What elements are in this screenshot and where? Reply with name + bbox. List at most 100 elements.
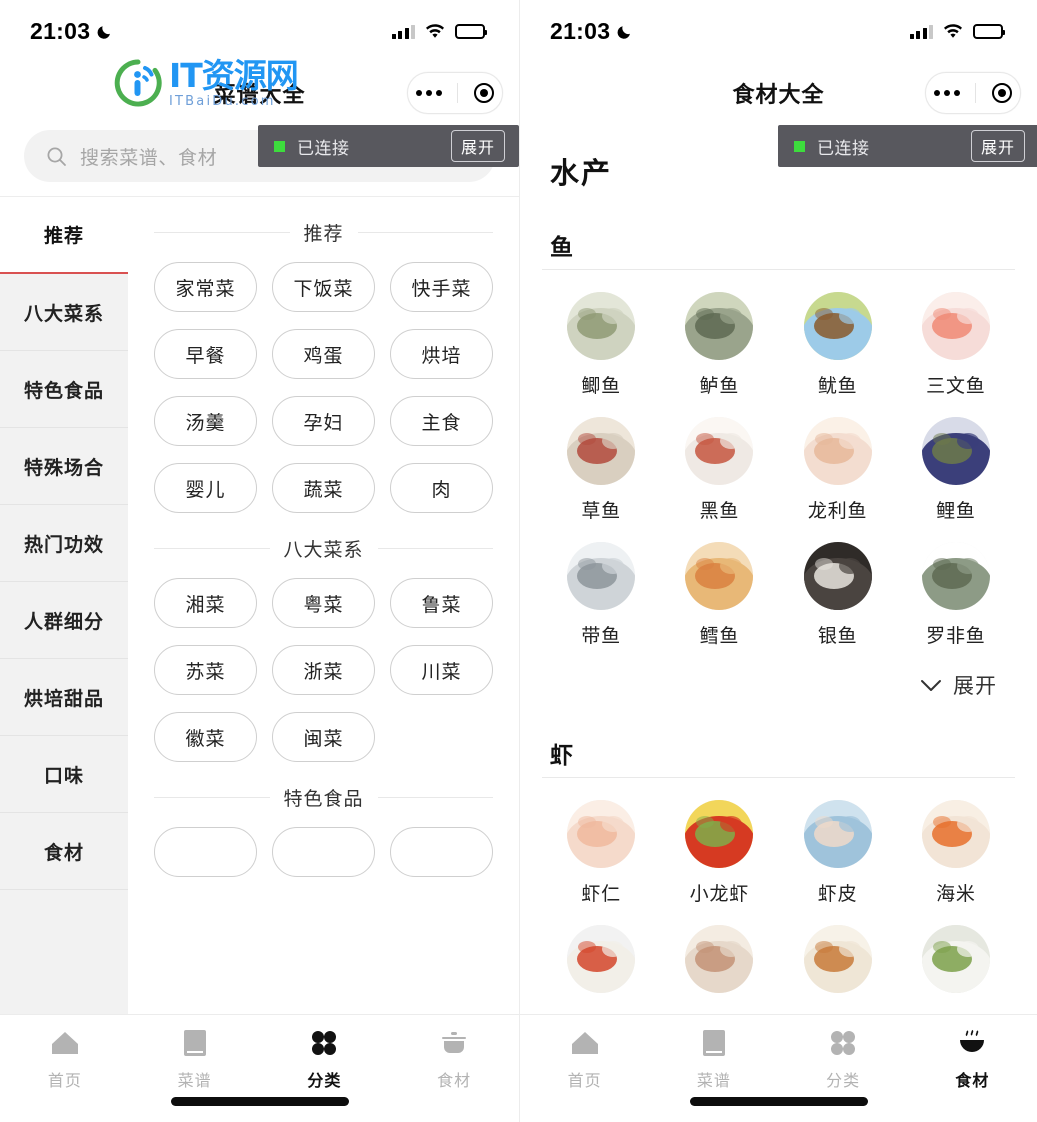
tag-section-title: 特色食品 [154, 784, 493, 811]
food-thumb-shrimp-meat [567, 800, 636, 868]
tag-chip[interactable]: 家常菜 [154, 262, 257, 312]
book-icon [701, 1027, 727, 1059]
food-item[interactable]: 罗非鱼 [897, 542, 1015, 648]
food-item[interactable] [542, 925, 660, 993]
sidebar-item-八大菜系[interactable]: 八大菜系 [0, 274, 128, 351]
tag-chip[interactable]: 早餐 [154, 329, 257, 379]
wechat-capsule-menu[interactable] [925, 72, 1021, 114]
tag-chip[interactable]: 湘菜 [154, 578, 257, 628]
status-bar: 21:03 [520, 0, 1037, 62]
right-content: 水产 鱼 鲫鱼 鲈鱼 鱿鱼 三文鱼 草鱼 黑鱼 龙利鱼 鲤鱼 带鱼 鳕鱼 银鱼 … [520, 124, 1037, 1014]
food-item[interactable] [779, 925, 897, 993]
food-item[interactable]: 虾皮 [779, 800, 897, 906]
tag-chip[interactable] [390, 827, 493, 877]
sidebar-item-人群细分[interactable]: 人群细分 [0, 582, 128, 659]
sidebar-item-label: 食材 [43, 842, 84, 864]
food-item[interactable] [897, 925, 1015, 993]
status-time: 21:03 [30, 18, 114, 45]
tag-chip[interactable]: 快手菜 [390, 262, 493, 312]
category-sidebar[interactable]: 推荐 八大菜系 特色食品 特殊场合 热门功效 人群细分 烘培甜品 口味 食材 [0, 197, 128, 1014]
tag-chip[interactable]: 粤菜 [272, 578, 375, 628]
food-item[interactable]: 鱿鱼 [779, 292, 897, 398]
tag-chip[interactable]: 烘培 [390, 329, 493, 379]
target-circle-icon[interactable] [992, 83, 1013, 103]
tag-chip[interactable]: 苏菜 [154, 645, 257, 695]
food-grid: 鲫鱼 鲈鱼 鱿鱼 三文鱼 草鱼 黑鱼 龙利鱼 鲤鱼 带鱼 鳕鱼 银鱼 罗非鱼 [542, 292, 1015, 648]
food-item[interactable]: 海米 [897, 800, 1015, 906]
food-thumb-dried-shrimp-skin [803, 800, 872, 868]
status-time-text: 21:03 [550, 17, 611, 44]
tag-chip[interactable]: 鲁菜 [390, 578, 493, 628]
tab-食材[interactable]: 食材 [389, 1027, 519, 1122]
more-dots-icon[interactable] [933, 90, 960, 96]
tab-菜谱[interactable]: 菜谱 [649, 1027, 778, 1122]
tab-label: 分类 [307, 1073, 342, 1090]
tag-chip[interactable] [272, 827, 375, 877]
more-dots-icon[interactable] [415, 90, 442, 96]
tab-分类[interactable]: 分类 [779, 1027, 908, 1122]
tag-chip[interactable]: 下饭菜 [272, 262, 375, 312]
sidebar-item-label: 烘培甜品 [23, 688, 104, 710]
sidebar-item-烘培甜品[interactable]: 烘培甜品 [0, 659, 128, 736]
tag-chip[interactable]: 肉 [390, 463, 493, 513]
food-thumb-tilapia [921, 542, 990, 610]
food-thumb-dried-shrimp [921, 800, 990, 868]
expand-row[interactable]: 展开 [542, 670, 997, 700]
wifi-icon [944, 24, 962, 38]
tag-chip[interactable]: 浙菜 [272, 645, 375, 695]
sidebar-item-食材[interactable]: 食材 [0, 813, 128, 890]
food-item[interactable]: 三文鱼 [897, 292, 1015, 398]
tab-分类[interactable]: 分类 [260, 1027, 390, 1122]
tag-chip[interactable]: 主食 [390, 396, 493, 446]
food-item[interactable]: 小龙虾 [660, 800, 778, 906]
tab-菜谱[interactable]: 菜谱 [130, 1027, 260, 1122]
food-thumb-squid-grilled [803, 292, 872, 360]
capsule-divider [457, 83, 459, 103]
left-dev-connection-toast[interactable]: 已连接 展开 [258, 125, 519, 167]
food-item[interactable]: 鲈鱼 [660, 292, 778, 398]
toast-expand-button[interactable]: 展开 [970, 130, 1025, 162]
sub-section-head: 虾 [550, 736, 574, 777]
tag-chip[interactable]: 汤羹 [154, 396, 257, 446]
tag-chip[interactable]: 闽菜 [272, 712, 375, 762]
toast-expand-button[interactable]: 展开 [450, 130, 505, 162]
food-item[interactable]: 龙利鱼 [779, 417, 897, 523]
tag-chip[interactable] [154, 827, 257, 877]
pot-icon [439, 1027, 469, 1059]
tag-section-title-text: 八大菜系 [283, 540, 364, 561]
food-item[interactable]: 黑鱼 [660, 417, 778, 523]
food-item[interactable]: 草鱼 [542, 417, 660, 523]
right-dev-connection-toast[interactable]: 已连接 展开 [778, 125, 1037, 167]
sidebar-item-特殊场合[interactable]: 特殊场合 [0, 428, 128, 505]
food-label: 银鱼 [817, 626, 858, 647]
tag-chip[interactable]: 川菜 [390, 645, 493, 695]
sidebar-item-label: 推荐 [43, 226, 84, 247]
food-item[interactable]: 鲤鱼 [897, 417, 1015, 523]
sidebar-item-特色食品[interactable]: 特色食品 [0, 351, 128, 428]
sidebar-item-推荐[interactable]: 推荐 [0, 197, 128, 274]
wechat-capsule-menu[interactable] [407, 72, 503, 114]
tag-chip[interactable]: 孕妇 [272, 396, 375, 446]
food-item[interactable]: 银鱼 [779, 542, 897, 648]
tag-chip[interactable]: 婴儿 [154, 463, 257, 513]
tag-chip[interactable]: 鸡蛋 [272, 329, 375, 379]
sidebar-item-热门功效[interactable]: 热门功效 [0, 505, 128, 582]
moon-icon [617, 25, 631, 39]
home-indicator [170, 1097, 349, 1106]
food-label: 罗非鱼 [926, 626, 986, 647]
tag-chip[interactable]: 蔬菜 [272, 463, 375, 513]
tag-chip[interactable]: 徽菜 [154, 712, 257, 762]
food-item[interactable] [660, 925, 778, 993]
food-item[interactable]: 鳕鱼 [660, 542, 778, 648]
food-item[interactable]: 鲫鱼 [542, 292, 660, 398]
tab-首页[interactable]: 首页 [520, 1027, 649, 1122]
food-thumb-shrimp-dish-a [567, 925, 636, 993]
tab-食材[interactable]: 食材 [908, 1027, 1037, 1122]
food-item[interactable]: 虾仁 [542, 800, 660, 906]
sidebar-item-口味[interactable]: 口味 [0, 736, 128, 813]
tab-首页[interactable]: 首页 [0, 1027, 130, 1122]
food-label: 草鱼 [581, 501, 621, 522]
right-phone-screen: 21:03 食材大全 已连接 展开 水产 鱼 鲫鱼 鲈鱼 鱿鱼 三文鱼 草鱼 黑… [519, 0, 1037, 1122]
target-circle-icon[interactable] [474, 83, 495, 103]
food-item[interactable]: 带鱼 [542, 542, 660, 648]
